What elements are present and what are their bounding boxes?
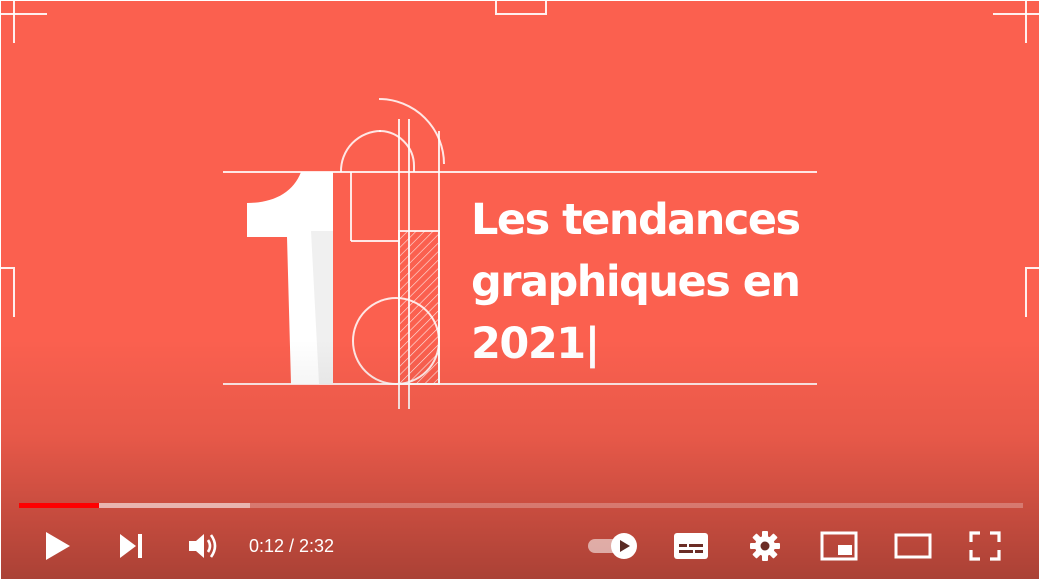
- video-title-text: Les tendances graphiques en 2021|: [471, 189, 801, 375]
- next-icon: [120, 534, 142, 558]
- play-icon: [46, 532, 70, 560]
- video-player[interactable]: Les tendances graphiques en 2021| 0:12 /…: [1, 1, 1039, 579]
- theater-mode-icon: [894, 533, 932, 559]
- volume-icon: [189, 534, 217, 558]
- title-line: 2021|: [471, 319, 600, 369]
- play-button[interactable]: [35, 517, 79, 575]
- fullscreen-icon: [969, 531, 1001, 561]
- settings-icon: [750, 531, 780, 561]
- settings-button[interactable]: [743, 517, 787, 575]
- subtitles-button[interactable]: [669, 517, 713, 575]
- time-display: 0:12 / 2:32: [249, 536, 335, 556]
- next-button[interactable]: [109, 517, 153, 575]
- volume-button[interactable]: [181, 517, 225, 575]
- fullscreen-button[interactable]: [963, 517, 1007, 575]
- miniplayer-button[interactable]: [817, 517, 861, 575]
- player-controls: 0:12 / 2:32: [1, 517, 1039, 575]
- subtitles-icon: [674, 533, 708, 559]
- autoplay-toggle[interactable]: [585, 517, 641, 575]
- autoplay-toggle-icon: [588, 533, 637, 559]
- miniplayer-icon: [820, 531, 858, 561]
- title-line: Les tendances: [471, 195, 801, 245]
- hatched-stroke: [398, 230, 440, 385]
- progress-bar[interactable]: [19, 503, 1023, 508]
- progress-played: [19, 503, 100, 508]
- theater-mode-button[interactable]: [891, 517, 935, 575]
- title-line: graphiques en: [471, 257, 801, 307]
